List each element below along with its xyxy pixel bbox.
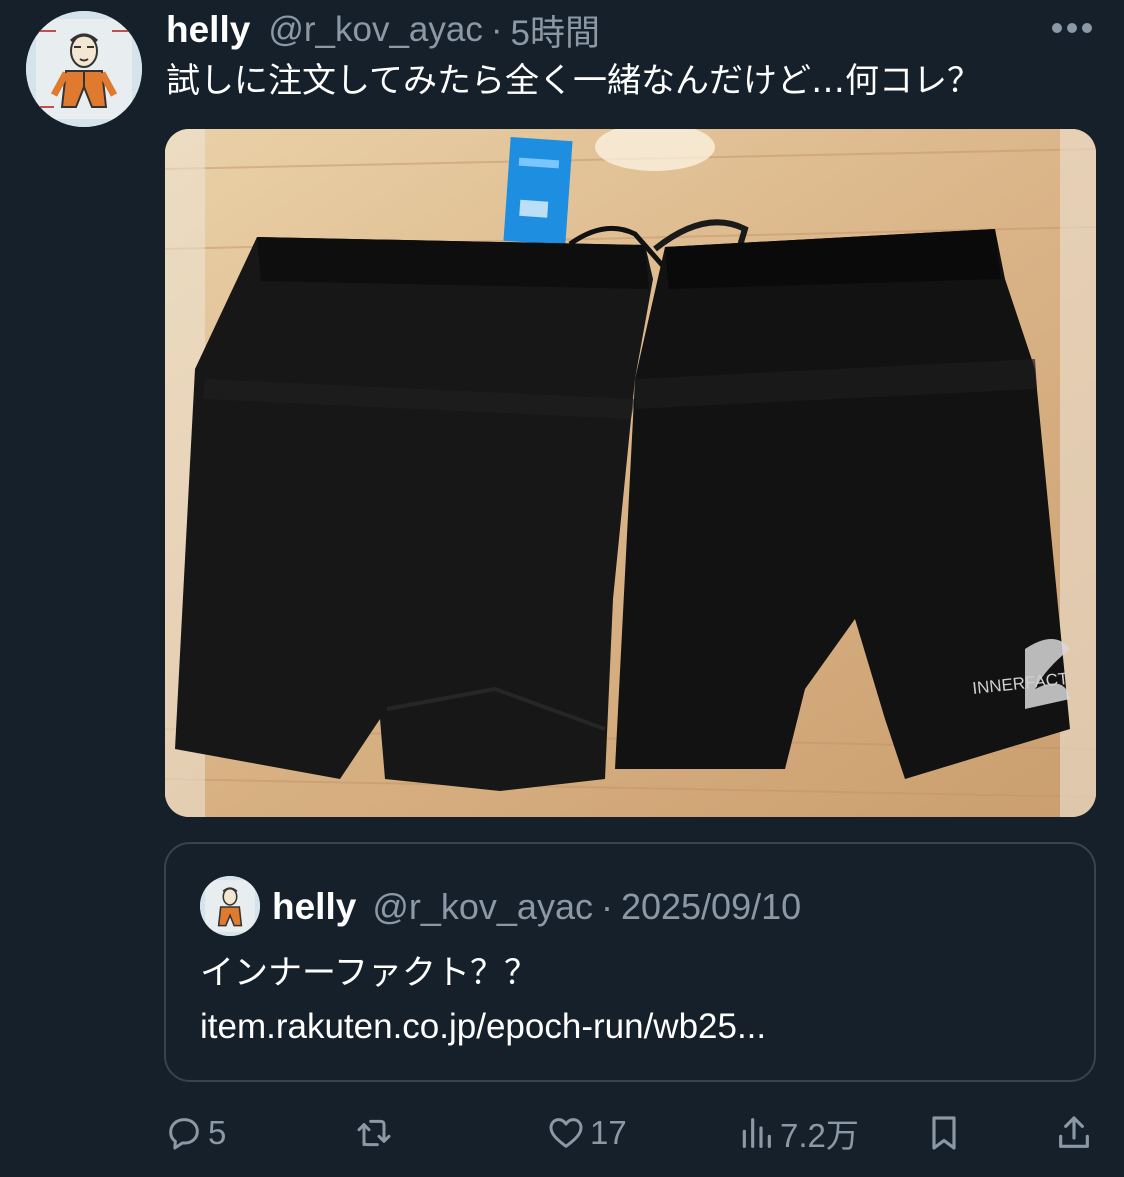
views-button[interactable]: 7.2万 [736,1108,859,1158]
quoted-post-date: 2025/09/10 [620,886,802,927]
quoted-author-display-name: helly [272,886,357,927]
post-action-bar: 5 17 7.2万 [0,1108,1124,1158]
author-display-name[interactable]: helly [166,9,250,51]
post-media-photo[interactable]: INNERFACT [165,129,1096,817]
separator-dot: · [490,10,503,49]
author-handle[interactable]: @r_kov_ayac [268,10,483,50]
quoted-post-text: インナーファクト？？ [200,953,538,993]
author-avatar[interactable] [26,11,142,127]
quoted-post[interactable]: helly @r_kov_ayac · 2025/09/10 インナーファクト？… [164,842,1096,1082]
views-bar-chart-icon [736,1113,776,1153]
share-icon [1054,1113,1094,1153]
like-count: 17 [590,1114,627,1151]
separator-dot: · [600,886,613,927]
bookmark-icon [924,1113,964,1153]
quoted-post-header: helly @r_kov_ayac · 2025/09/10 [272,882,801,932]
reply-button[interactable]: 5 [164,1108,226,1158]
retweet-button[interactable] [354,1108,398,1158]
quoted-author-handle: @r_kov_ayac [372,886,593,927]
quoted-author-avatar [200,876,260,936]
reply-count: 5 [208,1114,227,1151]
reply-icon [164,1113,204,1153]
post-timestamp[interactable]: 5時間 [511,5,600,56]
views-count: 7.2万 [780,1117,859,1154]
heart-icon [546,1113,586,1153]
retweet-icon [354,1113,394,1153]
quoted-post-link[interactable]: item.rakuten.co.jp/epoch-run/wb25... [200,1004,766,1050]
more-horizontal-icon[interactable] [1050,20,1094,36]
post-text: 試しに注文してみたら全く一緒なんだけど…何コレ？ [166,61,981,101]
bookmark-button[interactable] [924,1108,964,1158]
post-header: helly @r_kov_ayac · 5時間 [166,6,600,54]
share-button[interactable] [1054,1108,1094,1158]
like-button[interactable]: 17 [546,1108,627,1158]
